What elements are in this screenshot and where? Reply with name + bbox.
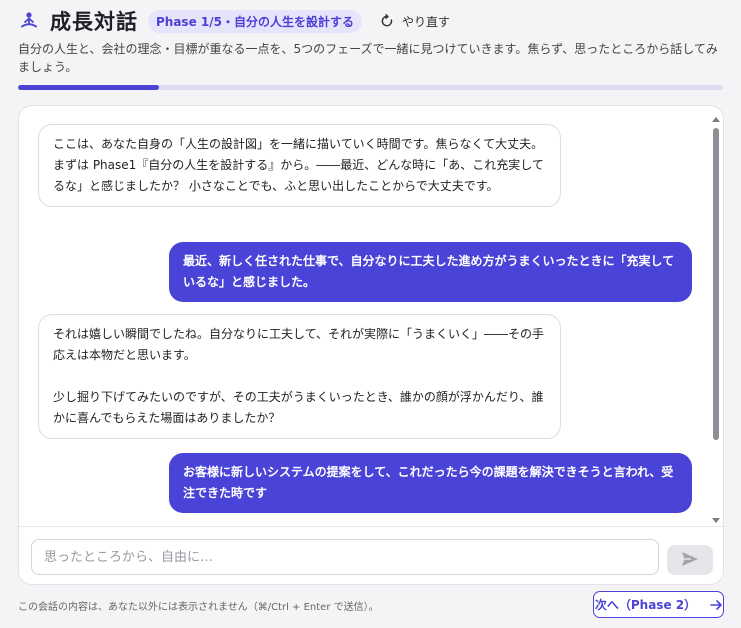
next-button-label: 次へ（Phase 2）	[594, 598, 697, 612]
page-title: 成長対話	[50, 10, 138, 34]
scroll-up-arrow-icon[interactable]	[712, 116, 720, 124]
phase-badge: Phase 1/5・自分の人生を設計する	[148, 9, 362, 33]
arrow-right-icon	[710, 599, 722, 610]
progress-bar	[18, 85, 723, 90]
message-input[interactable]	[31, 539, 659, 575]
next-phase-button[interactable]: 次へ（Phase 2）	[593, 591, 724, 618]
redo-button[interactable]: やり直す	[380, 13, 450, 30]
privacy-note: この会話の内容は、あなた以外には表示されません（⌘/Ctrl + Enter で…	[18, 602, 379, 613]
redo-label: やり直す	[401, 14, 450, 29]
message-list[interactable]: ここは、あなた自身の「人生の設計図」を一緒に描いていく時間です。焦らなくて大丈夫…	[19, 106, 709, 526]
assistant-message: ここは、あなた自身の「人生の設計図」を一緒に描いていく時間です。焦らなくて大丈夫…	[38, 124, 561, 207]
paper-plane-icon	[681, 551, 699, 570]
header: 成長対話 Phase 1/5・自分の人生を設計する やり直す	[18, 8, 723, 34]
chat-panel: ここは、あなた自身の「人生の設計図」を一緒に描いていく時間です。焦らなくて大丈夫…	[18, 105, 724, 585]
send-button[interactable]	[667, 545, 713, 575]
assistant-message: それは嬉しい瞬間でしたね。自分なりに工夫して、それが実際に「うまくいく」――その…	[38, 314, 561, 439]
page-description: 自分の人生と、会社の理念・目標が重なる一点を、5つのフェーズで一緒に見つけていき…	[18, 42, 718, 74]
meditation-icon	[18, 10, 40, 32]
progress-fill	[18, 85, 159, 90]
scroll-down-arrow-icon[interactable]	[712, 518, 720, 526]
user-message: 最近、新しく任された仕事で、自分なりに工夫した進め方がうまくいったときに「充実し…	[169, 242, 692, 302]
refresh-icon	[380, 14, 394, 28]
user-message: お客様に新しいシステムの提案をして、これだったら今の課題を解決できそうと言われ、…	[169, 453, 692, 513]
composer	[19, 526, 723, 584]
scrollbar[interactable]	[711, 110, 721, 526]
scrollbar-thumb[interactable]	[713, 128, 719, 440]
